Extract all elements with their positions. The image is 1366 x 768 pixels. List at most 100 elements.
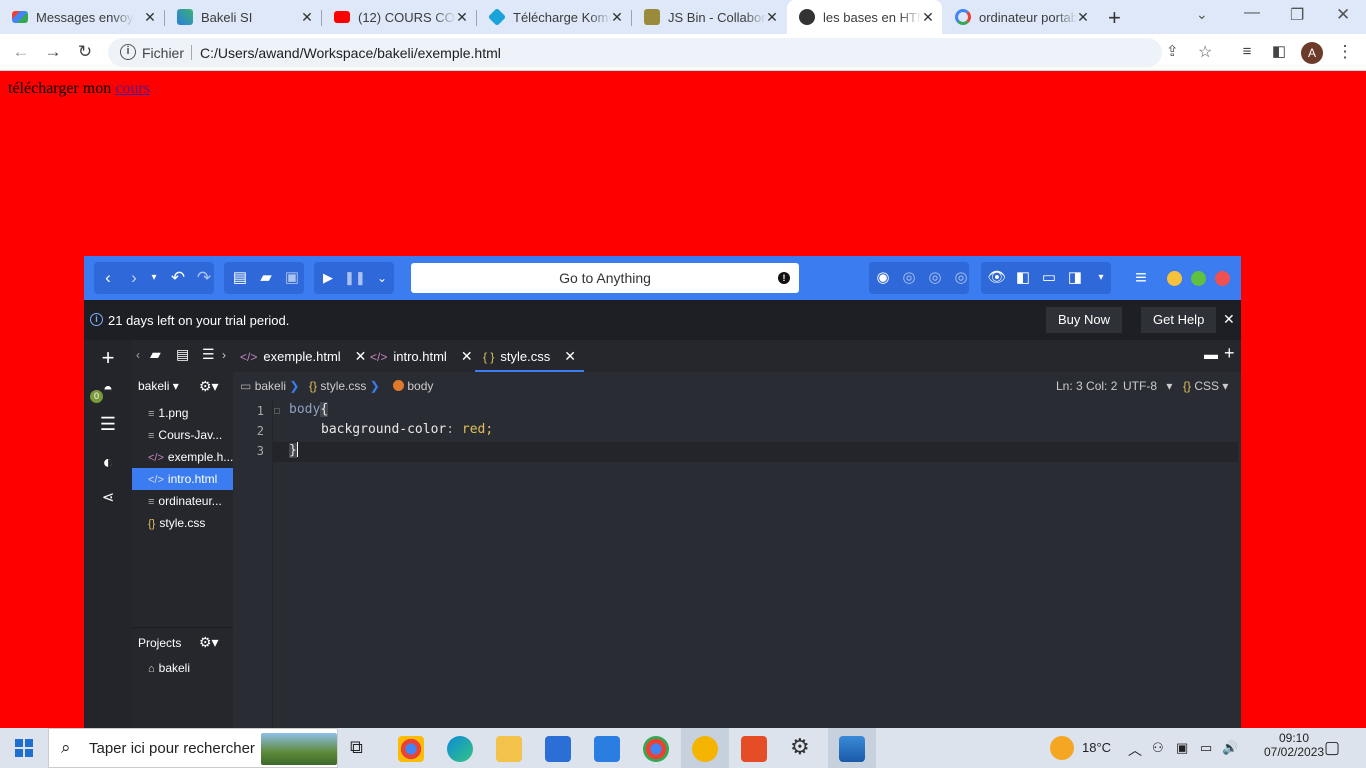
panel-icon[interactable]: ▬ — [1204, 346, 1218, 362]
new-tab-icon[interactable]: + — [1108, 5, 1121, 31]
close-tab-icon[interactable]: ✕ — [564, 348, 576, 364]
hamburger-menu-icon[interactable]: ≡ — [1131, 268, 1151, 288]
code-line-1[interactable]: body{ — [289, 402, 329, 417]
breadcrumb-file[interactable]: {} style.css ❯ — [309, 379, 380, 393]
fold-icon[interactable] — [274, 408, 280, 414]
close-tab-icon[interactable]: ✕ — [355, 348, 367, 364]
layout-dropdown-icon[interactable]: ▾ — [1091, 268, 1111, 288]
tab-les-bases[interactable]: les bases en HTML ✕ — [787, 0, 942, 34]
git-icon[interactable] — [741, 736, 767, 762]
tab-exemple-html[interactable]: </> exemple.html ✕ — [240, 340, 366, 372]
left-pane-icon[interactable]: ◧ — [1013, 268, 1033, 288]
preview-icon[interactable]: 👁 — [987, 268, 1007, 288]
volume-icon[interactable]: 🔊 — [1222, 740, 1238, 756]
forward-icon[interactable]: › — [124, 268, 144, 288]
settings-icon[interactable]: ⚙ — [790, 734, 810, 760]
right-pane-icon[interactable]: ◨ — [1065, 268, 1085, 288]
pause-icon[interactable]: ❚❚ — [344, 268, 366, 288]
folder-icon[interactable]: ▰ — [150, 346, 161, 363]
tab-intro-html[interactable]: </> intro.html ✕ — [370, 340, 473, 372]
people-icon[interactable]: ⚇ — [1152, 740, 1164, 756]
close-icon[interactable]: ✕ — [764, 9, 780, 26]
minimize-icon[interactable] — [1167, 271, 1182, 286]
close-tab-icon[interactable]: ✕ — [461, 348, 473, 364]
close-icon[interactable]: ✕ — [609, 9, 625, 26]
project-dropdown[interactable]: bakeli ▾ — [138, 379, 179, 393]
battery-icon[interactable]: ▭ — [1200, 740, 1212, 756]
star-icon[interactable]: ☆ — [1198, 42, 1212, 62]
gear-icon[interactable]: ⚙▾ — [199, 378, 219, 395]
store-icon[interactable] — [545, 736, 571, 762]
clock[interactable]: 09:10 07/02/2023 — [1264, 731, 1324, 759]
url-text[interactable]: C:/Users/awand/Workspace/bakeli/exemple.… — [200, 45, 501, 61]
cours-link[interactable]: cours — [115, 80, 150, 97]
breadcrumb-project[interactable]: ▭ bakeli ❯ — [240, 379, 299, 393]
alert-icon[interactable]: ! — [778, 272, 790, 284]
project-item[interactable]: ⌂ bakeli — [148, 661, 190, 675]
tab-search-icon[interactable]: ⌄ — [1196, 6, 1208, 23]
file-item[interactable]: {} style.css — [148, 516, 205, 530]
save-macro-icon[interactable]: ◎ — [951, 268, 971, 288]
close-icon[interactable] — [1215, 271, 1230, 286]
open-folder-icon[interactable]: ▰ — [256, 268, 276, 288]
weather-icon[interactable] — [1050, 736, 1074, 760]
tab-youtube[interactable]: (12) COURS COMPLET ✕ — [322, 0, 476, 34]
file-item-selected[interactable]: </> intro.html — [132, 468, 233, 490]
new-file-icon[interactable]: ▤ — [230, 268, 250, 288]
chevron-up-icon[interactable]: ︿ — [1128, 740, 1142, 760]
address-bar[interactable]: i Fichier C:/Users/awand/Workspace/bakel… — [108, 38, 1212, 67]
edge-icon[interactable] — [447, 736, 473, 762]
file-item[interactable]: ≡ 1.png — [148, 406, 188, 420]
new-tab-icon[interactable]: + — [1224, 343, 1235, 364]
side-panel-icon[interactable]: ◧ — [1268, 41, 1290, 63]
tab-style-css[interactable]: { } style.css ✕ — [475, 340, 584, 372]
close-icon[interactable]: ✕ — [920, 9, 936, 26]
buy-now-button[interactable]: Buy Now — [1046, 307, 1123, 333]
weather-temp[interactable]: 18°C — [1082, 740, 1111, 755]
get-help-button[interactable]: Get Help — [1141, 307, 1217, 333]
komodo-app-icon[interactable] — [692, 736, 718, 762]
forward-icon[interactable]: → — [42, 41, 64, 63]
task-view-icon[interactable]: ⧉ — [350, 737, 363, 758]
globe-icon[interactable]: ◐ — [98, 452, 118, 472]
go-to-anything-input[interactable]: Go to Anything ! — [411, 263, 799, 293]
play-icon[interactable]: ▶ — [318, 268, 338, 288]
encoding-dropdown[interactable]: UTF-8 ▾ — [1123, 379, 1172, 393]
add-icon[interactable]: + — [98, 347, 118, 369]
play-macro-icon[interactable]: ◎ — [925, 268, 945, 288]
undo-icon[interactable]: ↶ — [168, 268, 188, 288]
gear-icon[interactable]: ⚙▾ — [199, 634, 219, 651]
scroll-right-icon[interactable]: › — [222, 348, 226, 362]
share-icon[interactable]: ⇪ — [1166, 42, 1179, 60]
notifications-icon[interactable]: ▢ — [1324, 738, 1340, 758]
close-window-icon[interactable]: ✕ — [1336, 5, 1350, 25]
language-dropdown[interactable]: {} CSS ▾ — [1183, 379, 1228, 393]
file-item[interactable]: </> exemple.h... — [148, 450, 233, 464]
back-icon[interactable]: ‹ — [98, 268, 118, 288]
file-item[interactable]: ≡ Cours-Jav... — [148, 428, 222, 442]
save-icon[interactable]: ▣ — [282, 268, 302, 288]
info-icon[interactable]: i — [120, 44, 136, 60]
close-icon[interactable]: ✕ — [454, 9, 470, 26]
reload-icon[interactable]: ↻ — [74, 41, 96, 63]
tab-messages[interactable]: Messages envoyés ✕ — [0, 0, 164, 34]
record-icon[interactable]: ◉ — [873, 268, 893, 288]
photos-icon[interactable] — [839, 736, 865, 762]
cursor-position[interactable]: Ln: 3 Col: 2 — [1056, 379, 1117, 393]
windows-start-icon[interactable] — [15, 739, 33, 757]
network-icon[interactable]: ▣ — [1176, 740, 1188, 756]
breadcrumb-symbol[interactable]: body — [393, 379, 433, 393]
code-line-2[interactable]: background-color: red; — [321, 422, 493, 437]
tab-jsbin[interactable]: JS Bin - Collaborative ✕ — [632, 0, 786, 34]
mail-icon[interactable] — [594, 736, 620, 762]
run-dropdown-icon[interactable]: ⌄ — [372, 268, 392, 288]
code-line-3[interactable]: } — [289, 442, 298, 458]
minimize-icon[interactable]: — — [1244, 4, 1260, 22]
taskbar-search[interactable]: ⌕ Taper ici pour rechercher — [48, 728, 338, 768]
maximize-icon[interactable] — [1191, 271, 1206, 286]
tab-google-search[interactable]: ordinateur portable ✕ — [943, 0, 1097, 34]
chrome-profile-icon[interactable] — [643, 736, 669, 762]
history-dropdown-icon[interactable]: ▾ — [144, 268, 164, 288]
outline-icon[interactable]: ☰ — [98, 414, 118, 434]
restore-icon[interactable]: ❐ — [1290, 5, 1304, 25]
